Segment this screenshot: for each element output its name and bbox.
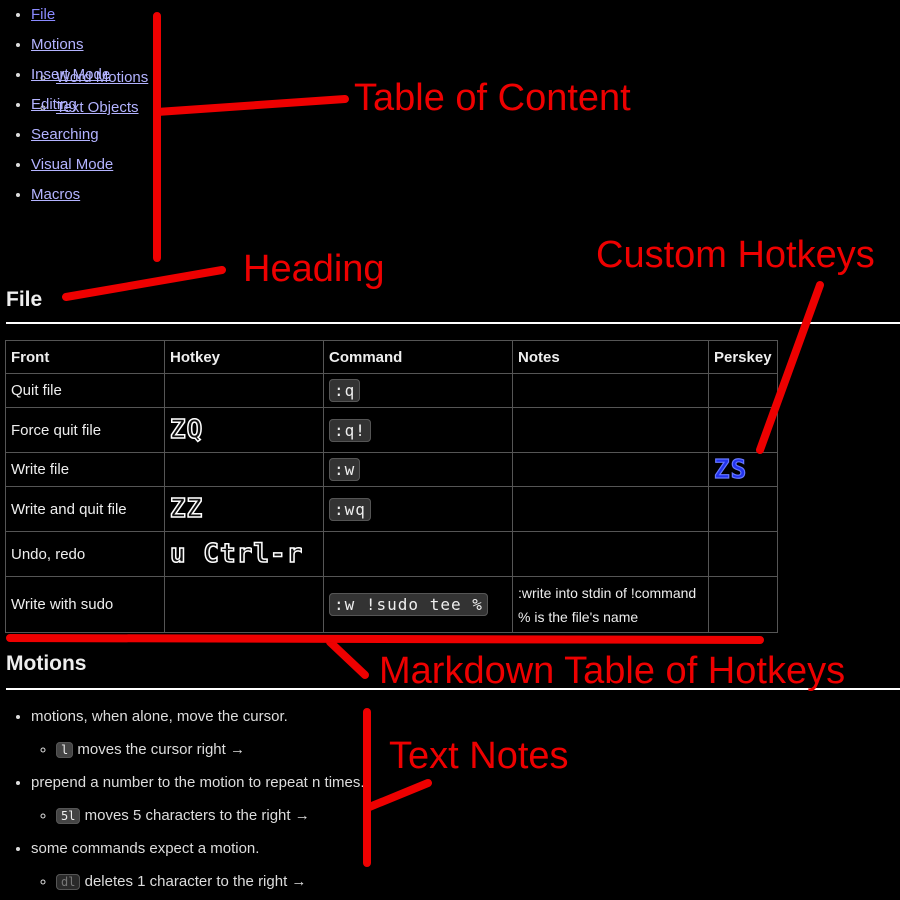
cell-notes (512, 452, 709, 487)
note-text: some commands expect a motion. (31, 840, 260, 857)
cell-notes (512, 531, 709, 577)
cell-notes: :write into stdin of !command % is the f… (512, 576, 709, 633)
toc-item-file: File (31, 0, 200, 30)
cell-command: :w (323, 452, 513, 487)
column-header-hotkey: Hotkey (164, 340, 324, 374)
column-header-command: Command (323, 340, 513, 374)
table-row: Write and quit file ZZ :wq (5, 486, 778, 532)
toc-link-editing[interactable]: Editing (31, 96, 77, 113)
command-code: :q! (329, 418, 371, 442)
cell-hotkey (164, 452, 324, 487)
annotation-heading-label: Heading (243, 248, 385, 290)
toc-item-visual-mode: Visual Mode (31, 150, 200, 180)
cell-perskey: ZS (708, 452, 778, 487)
list-item: some commands expect a motion. dl delete… (31, 834, 700, 897)
cell-hotkey (164, 373, 324, 408)
cell-front: Write and quit file (5, 486, 165, 532)
cell-perskey (708, 576, 778, 633)
toc-link-searching[interactable]: Searching (31, 126, 99, 143)
cell-perskey (708, 407, 778, 453)
motion-code: dl (56, 874, 81, 890)
cell-front: Write with sudo (5, 576, 165, 633)
toc-link-macros[interactable]: Macros (31, 186, 80, 203)
list-item: prepend a number to the motion to repeat… (31, 768, 700, 831)
list-item: l moves the cursor right → (56, 735, 700, 765)
toc-link-motions[interactable]: Motions (31, 36, 84, 53)
hotkey-text: ZQ (169, 414, 204, 446)
annotation-toc-label: Table of Content (354, 77, 631, 119)
file-heading: File (6, 288, 43, 311)
file-heading-rule (6, 322, 900, 324)
perskey-text: ZS (713, 454, 748, 485)
table-row: Force quit file ZQ :q! (5, 407, 778, 453)
cell-command: :q! (323, 407, 513, 453)
cell-front: Undo, redo (5, 531, 165, 577)
motion-code: l (56, 742, 74, 758)
note-line: :write into stdin of !command (518, 584, 697, 601)
cell-command: :q (323, 373, 513, 408)
command-code: :w (329, 458, 361, 481)
cell-front: Write file (5, 452, 165, 487)
motions-notes: motions, when alone, move the cursor. l … (0, 702, 700, 900)
note-text: motions, when alone, move the cursor. (31, 708, 288, 725)
cell-command: :w !sudo tee % (323, 576, 513, 633)
list-item: motions, when alone, move the cursor. l … (31, 702, 700, 765)
table-row: Write with sudo :w !sudo tee % :write in… (5, 576, 778, 633)
cell-perskey (708, 486, 778, 532)
motion-code: 5l (56, 808, 81, 824)
cell-command (323, 531, 513, 577)
toc-link-file[interactable]: File (31, 6, 55, 23)
annotation-text-notes-label: Text Notes (389, 735, 569, 777)
cell-perskey (708, 373, 778, 408)
cell-hotkey: ZZ (164, 486, 324, 532)
list-item: dl deletes 1 character to the right → (56, 867, 700, 897)
cell-command: :wq (323, 486, 513, 532)
column-header-front: Front (5, 340, 165, 374)
cell-hotkey: u Ctrl-r (164, 531, 324, 577)
list-item: 5l moves 5 characters to the right → (56, 801, 700, 831)
note-text: prepend a number to the motion to repeat… (31, 774, 365, 791)
toc-link-insert-mode[interactable]: Insert Mode (31, 66, 110, 83)
toc-item-motions: Motions Word Motions Text Objects (31, 30, 200, 116)
cell-perskey (708, 531, 778, 577)
hotkey-text: ZZ (169, 493, 204, 525)
note-text: deletes 1 character to the right → (84, 873, 307, 890)
toc-item-macros: Macros (31, 180, 200, 210)
command-code: :wq (329, 497, 371, 521)
motions-heading: Motions (6, 652, 87, 675)
table-row: Quit file :q (5, 373, 778, 408)
cell-notes (512, 407, 709, 453)
column-header-notes: Notes (512, 340, 709, 374)
table-row: Write file :w ZS (5, 452, 778, 487)
hotkey-text: u Ctrl-r (169, 538, 304, 570)
cell-notes (512, 486, 709, 532)
annotation-markdown-table-label: Markdown Table of Hotkeys (379, 650, 846, 692)
cell-hotkey: ZQ (164, 407, 324, 453)
heading-pointer-stroke (62, 266, 226, 301)
command-code: :q (329, 379, 361, 402)
table-of-contents: File Motions Word Motions Text Objects I… (0, 0, 200, 210)
column-header-perskey: Perskey (708, 340, 778, 374)
annotation-custom-hotkeys-label: Custom Hotkeys (596, 234, 875, 276)
cell-front: Force quit file (5, 407, 165, 453)
toc-link-visual-mode[interactable]: Visual Mode (31, 156, 113, 173)
note-line: % is the file's name (518, 608, 639, 625)
note-text: moves 5 characters to the right → (84, 807, 310, 824)
cell-front: Quit file (5, 373, 165, 408)
cell-notes (512, 373, 709, 408)
command-code: :w !sudo tee % (329, 593, 488, 616)
hotkey-table: Front Hotkey Command Notes Perskey Quit … (5, 340, 778, 633)
toc-item-searching: Searching (31, 120, 200, 150)
table-row: Undo, redo u Ctrl-r (5, 531, 778, 577)
note-text: moves the cursor right → (77, 741, 245, 758)
table-header-row: Front Hotkey Command Notes Perskey (5, 340, 778, 374)
cell-hotkey (164, 576, 324, 633)
